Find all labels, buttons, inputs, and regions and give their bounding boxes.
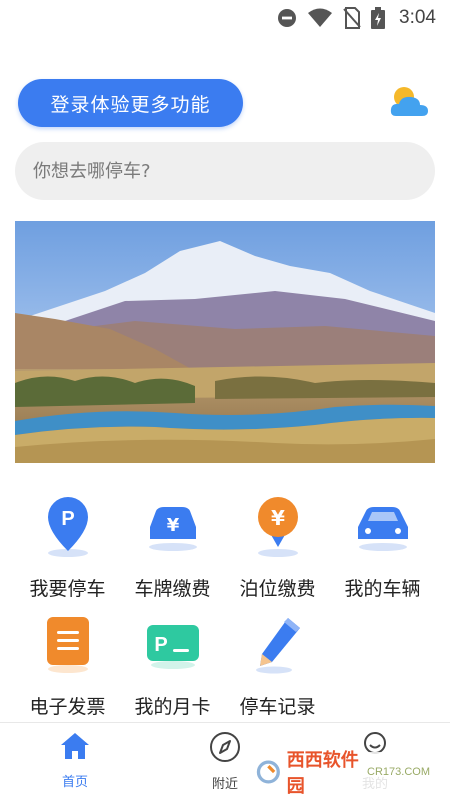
do-not-disturb-icon [277,8,297,28]
pen-record-icon [225,608,330,680]
feature-monthly-card[interactable]: P 我的月卡 [120,608,225,719]
feature-label: 我要停车 [29,578,106,600]
feature-e-invoice[interactable]: 电子发票 [15,608,120,719]
search-input[interactable] [31,159,435,183]
svg-text:P: P [61,508,74,530]
battery-charging-icon [371,7,386,29]
watermark-sub: CR173.COM [367,766,430,778]
watermark-text: 西西软件园 [286,750,359,797]
svg-text:¥: ¥ [271,506,285,530]
clock-time: 3:04 [399,7,436,28]
feature-berth-pay[interactable]: ¥ 泊位缴费 [225,490,330,601]
feature-my-cars[interactable]: 我的车辆 [330,490,435,601]
tab-home[interactable]: 首页 [35,731,115,790]
feature-label: 电子发票 [29,696,106,718]
car-yuan-icon: ¥ [120,490,225,562]
feature-label: 我的车辆 [344,578,421,600]
car-icon [330,490,435,562]
tab-label: 首页 [61,775,88,790]
home-icon [35,731,115,765]
feature-label: 车牌缴费 [134,578,211,600]
svg-text:¥: ¥ [166,515,179,536]
no-sim-icon [343,7,361,29]
watermark-icon [256,760,280,784]
feature-label: 泊位缴费 [239,578,316,600]
invoice-icon [15,608,120,680]
feature-parking-records[interactable]: 停车记录 [225,608,330,719]
search-bar[interactable] [15,142,435,200]
svg-text:P: P [154,634,167,656]
yuan-pin-icon: ¥ [225,490,330,562]
feature-plate-pay[interactable]: ¥ 车牌缴费 [120,490,225,601]
cloud-sun-icon[interactable] [386,84,432,124]
feature-label: 停车记录 [239,696,316,718]
status-bar: 3:04 [0,0,450,36]
feature-park[interactable]: P 我要停车 [15,490,120,601]
parking-card-icon: P [120,608,225,680]
watermark-logo: 西西软件园 CR173.COM [250,750,430,797]
feature-label: 我的月卡 [134,696,211,718]
parking-pin-icon: P [15,490,120,562]
wifi-icon [307,8,333,28]
banner-image[interactable] [15,221,435,463]
login-button[interactable]: 登录体验更多功能 [18,79,243,127]
